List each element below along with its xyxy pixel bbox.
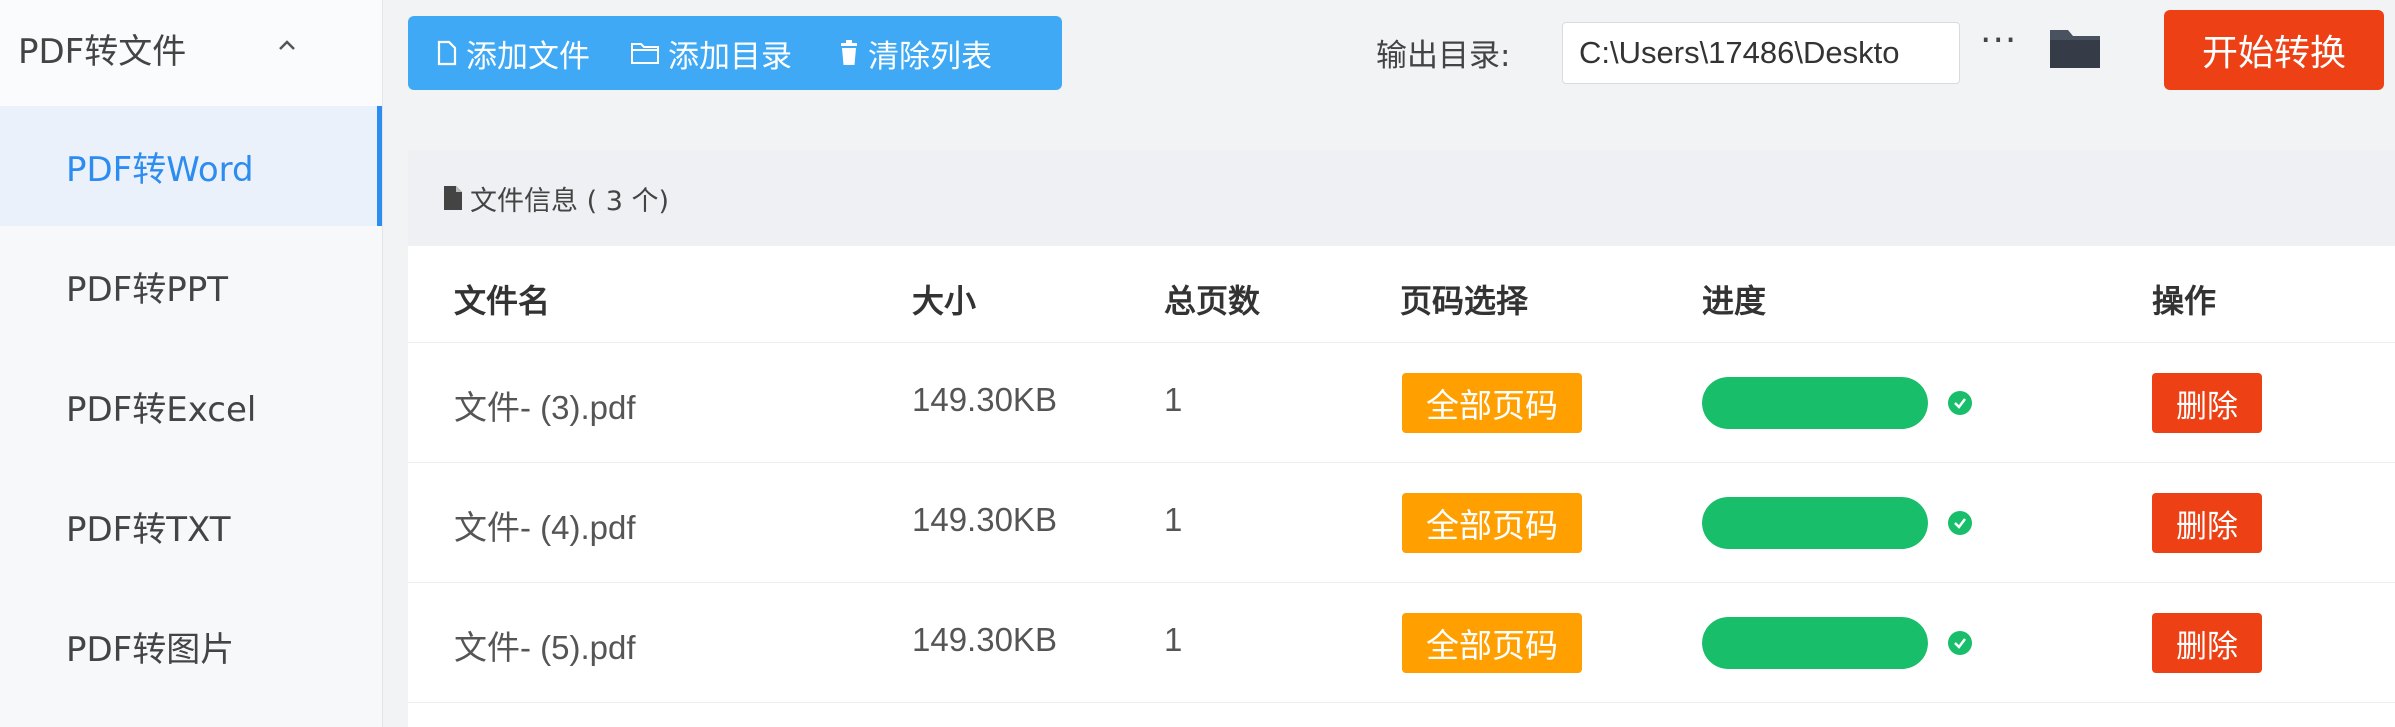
delete-label: 删除 bbox=[2176, 508, 2238, 545]
page-select-label: 全部页码 bbox=[1426, 626, 1558, 665]
sidebar-item-pdf-to-ppt[interactable]: PDF转PPT bbox=[0, 226, 382, 346]
add-folder-label: 添加目录 bbox=[668, 38, 792, 75]
progress-fill bbox=[1702, 497, 1928, 549]
sidebar-item-pdf-to-word[interactable]: PDF转Word bbox=[0, 106, 382, 226]
page-select-label: 全部页码 bbox=[1426, 386, 1558, 425]
check-circle-icon bbox=[1948, 511, 1972, 535]
page-select-button[interactable]: 全部页码 bbox=[1402, 613, 1582, 673]
more-options-button[interactable]: ··· bbox=[1980, 20, 2017, 61]
trash-icon bbox=[841, 40, 857, 65]
table-row: 文件- (3).pdf 149.30KB 1 全部页码 删除 bbox=[408, 342, 2395, 463]
output-dir-field[interactable]: C:\Users\17486\Deskto bbox=[1562, 22, 1960, 84]
column-header-action: 操作 bbox=[2152, 282, 2217, 320]
add-file-button[interactable]: 添加文件 bbox=[436, 16, 590, 90]
progress-bar bbox=[1702, 497, 1928, 549]
file-name: 文件- (4).pdf bbox=[454, 509, 636, 546]
panel-title: 文件信息 ( 3 个) bbox=[470, 185, 669, 217]
add-file-label: 添加文件 bbox=[466, 38, 590, 75]
total-pages: 1 bbox=[1164, 621, 1183, 658]
progress-bar bbox=[1702, 377, 1928, 429]
file-table-panel: 文件信息 ( 3 个) 文件名 大小 总页数 页码选择 进度 操作 文件- (3… bbox=[408, 150, 2395, 727]
column-header-size: 大小 bbox=[912, 282, 977, 320]
table-row: 文件- (4).pdf 149.30KB 1 全部页码 删除 bbox=[408, 462, 2395, 583]
check-circle-icon bbox=[1948, 391, 1972, 415]
delete-button[interactable]: 删除 bbox=[2152, 373, 2262, 433]
sidebar-group-header[interactable]: PDF转文件 bbox=[0, 0, 382, 106]
page-select-button[interactable]: 全部页码 bbox=[1402, 373, 1582, 433]
sidebar-item-pdf-to-txt[interactable]: PDF转TXT bbox=[0, 466, 382, 586]
output-dir-value: C:\Users\17486\Deskto bbox=[1579, 35, 1900, 70]
page-select-button[interactable]: 全部页码 bbox=[1402, 493, 1582, 553]
folder-icon[interactable] bbox=[2048, 26, 2102, 70]
output-dir-label: 输出目录: bbox=[1376, 38, 1511, 74]
clear-list-button[interactable]: 清除列表 bbox=[838, 16, 992, 90]
start-convert-label: 开始转换 bbox=[2201, 33, 2346, 74]
file-name: 文件- (3).pdf bbox=[454, 389, 636, 426]
column-header-total-pages: 总页数 bbox=[1164, 282, 1261, 320]
column-header-page-select: 页码选择 bbox=[1400, 282, 1529, 320]
total-pages: 1 bbox=[1164, 381, 1183, 418]
sidebar: PDF转文件 PDF转Word PDF转PPT PDF转Excel PDF转TX… bbox=[0, 0, 383, 727]
check-circle-icon bbox=[1948, 631, 1972, 655]
sidebar-item-label: PDF转TXT bbox=[66, 509, 231, 550]
clear-list-label: 清除列表 bbox=[868, 38, 992, 75]
file-size: 149.30KB bbox=[912, 381, 1057, 418]
folder-outline-icon bbox=[631, 43, 659, 64]
page-select-label: 全部页码 bbox=[1426, 506, 1558, 545]
table-row: 文件- (5).pdf 149.30KB 1 全部页码 删除 bbox=[408, 582, 2395, 703]
sidebar-item-label: PDF转Word bbox=[66, 149, 254, 190]
sidebar-item-label: PDF转Excel bbox=[66, 389, 257, 430]
sidebar-item-pdf-to-excel[interactable]: PDF转Excel bbox=[0, 346, 382, 466]
add-folder-button[interactable]: 添加目录 bbox=[630, 16, 792, 90]
document-icon bbox=[444, 186, 462, 210]
file-toolbar: 添加文件 添加目录 清除列表 bbox=[408, 16, 1062, 90]
progress-fill bbox=[1702, 377, 1928, 429]
file-name: 文件- (5).pdf bbox=[454, 629, 636, 666]
sidebar-item-pdf-to-image[interactable]: PDF转图片 bbox=[0, 586, 382, 706]
sidebar-item-label: PDF转图片 bbox=[66, 629, 235, 670]
delete-label: 删除 bbox=[2176, 388, 2238, 425]
chevron-up-icon[interactable] bbox=[272, 30, 302, 60]
delete-button[interactable]: 删除 bbox=[2152, 613, 2262, 673]
sidebar-group-label: PDF转文件 bbox=[18, 32, 187, 72]
file-size: 149.30KB bbox=[912, 501, 1057, 538]
start-convert-button[interactable]: 开始转换 bbox=[2164, 10, 2384, 90]
column-header-filename: 文件名 bbox=[454, 282, 551, 320]
delete-button[interactable]: 删除 bbox=[2152, 493, 2262, 553]
file-icon bbox=[437, 40, 457, 66]
sidebar-item-label: PDF转PPT bbox=[66, 269, 229, 310]
progress-fill bbox=[1702, 617, 1928, 669]
panel-header: 文件信息 ( 3 个) bbox=[408, 150, 2395, 246]
delete-label: 删除 bbox=[2176, 628, 2238, 665]
total-pages: 1 bbox=[1164, 501, 1183, 538]
column-header-progress: 进度 bbox=[1702, 282, 1767, 320]
progress-bar bbox=[1702, 617, 1928, 669]
file-size: 149.30KB bbox=[912, 621, 1057, 658]
